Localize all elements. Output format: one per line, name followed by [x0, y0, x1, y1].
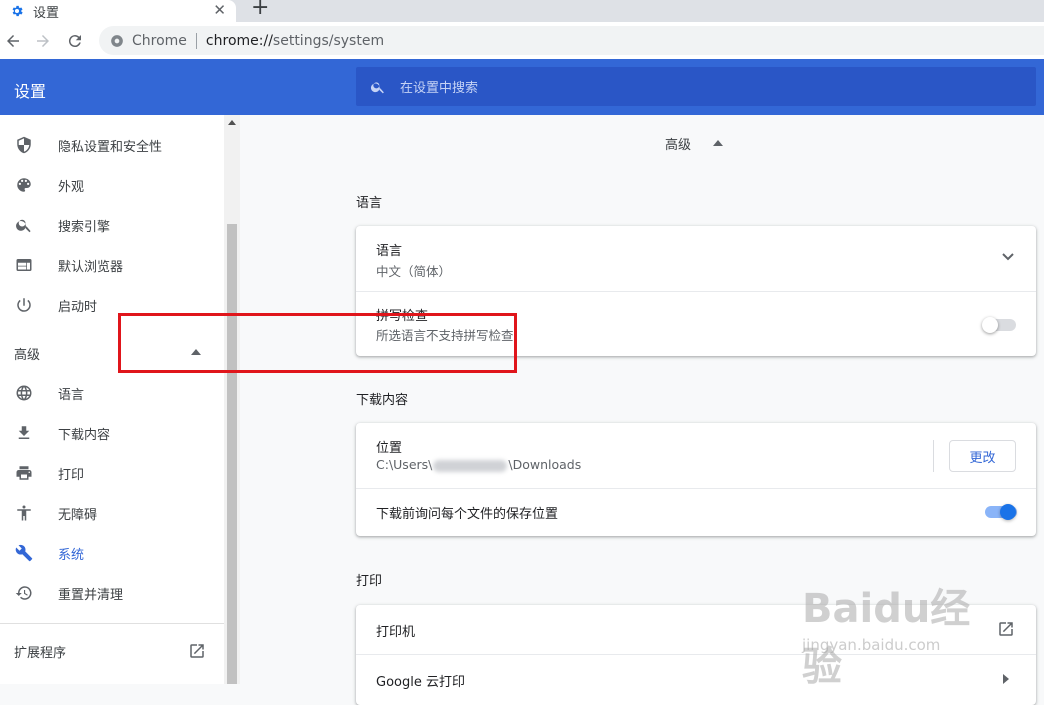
globe-icon	[16, 385, 32, 401]
download-location-row: 位置 C:\Users\ \Downloads 更改	[356, 423, 1036, 488]
sidebar-item-label: 无障碍	[58, 507, 98, 523]
arrow-left-icon	[7, 35, 19, 47]
sidebar-item-downloads[interactable]: 下载内容	[0, 413, 224, 453]
cloud-print-row[interactable]: Google 云打印	[356, 655, 1036, 705]
section-title-downloads: 下载内容	[356, 393, 409, 408]
chevron-down-icon[interactable]	[1002, 253, 1014, 261]
ask-where-to-save-title: 下载前询问每个文件的保存位置	[376, 507, 559, 522]
url-path: settings/system	[272, 32, 385, 49]
chevron-right-icon[interactable]	[1003, 674, 1009, 684]
sidebar-item-extensions[interactable]: 扩展程序	[14, 642, 66, 661]
language-row-title: 语言	[376, 244, 403, 259]
external-link-icon[interactable]	[997, 620, 1015, 638]
change-location-button[interactable]: 更改	[949, 440, 1016, 472]
external-link-icon[interactable]	[188, 642, 206, 660]
accessibility-icon	[17, 505, 31, 521]
printers-row[interactable]: 打印机	[356, 605, 1036, 654]
url-scheme: chrome://	[205, 32, 273, 49]
sidebar-item-label: 下载内容	[58, 427, 111, 443]
new-tab-button[interactable]: +	[251, 0, 269, 19]
sidebar-item-label: 搜索引擎	[58, 219, 111, 235]
ask-where-to-save-toggle[interactable]	[984, 503, 1018, 521]
sidebar-item-label: 启动时	[58, 299, 98, 315]
sidebar-divider	[0, 623, 224, 624]
settings-search-input[interactable]: 在设置中搜索	[356, 67, 1036, 106]
sidebar-item-privacy[interactable]: 隐私设置和安全性	[0, 125, 224, 165]
sidebar-item-appearance[interactable]: 外观	[0, 165, 224, 205]
section-title-language: 语言	[356, 196, 383, 211]
reload-button[interactable]	[64, 30, 86, 52]
sidebar-item-search-engine[interactable]: 搜索引擎	[0, 205, 224, 245]
ask-where-to-save-row[interactable]: 下载前询问每个文件的保存位置	[356, 489, 1036, 536]
power-icon	[17, 298, 31, 312]
sidebar-item-languages[interactable]: 语言	[0, 373, 224, 413]
browser-icon	[16, 259, 32, 271]
sidebar-item-label: 默认浏览器	[58, 259, 124, 275]
highlight-box	[118, 313, 517, 373]
tab-title: 设置	[33, 5, 60, 21]
blurred-username	[433, 459, 508, 472]
section-title-printing: 打印	[356, 574, 383, 589]
gear-icon	[12, 5, 23, 17]
close-tab-icon[interactable]: ✕	[213, 1, 226, 19]
history-icon	[15, 586, 32, 600]
cloud-print-row-title: Google 云打印	[376, 675, 465, 690]
page-title: 设置	[14, 82, 47, 101]
site-name: Chrome	[132, 32, 187, 49]
sidebar-item-label: 隐私设置和安全性	[58, 139, 163, 155]
forward-button[interactable]	[32, 30, 54, 52]
language-row[interactable]: 语言 中文（简体）	[356, 226, 1036, 291]
download-icon	[18, 426, 30, 439]
back-button[interactable]	[2, 30, 24, 52]
wrench-icon	[15, 544, 33, 562]
tab-strip: 设置 ✕ +	[0, 0, 1044, 22]
search-icon	[370, 81, 384, 93]
printer-icon	[16, 466, 32, 480]
chrome-icon	[111, 34, 123, 47]
spellcheck-toggle[interactable]	[982, 316, 1016, 334]
settings-main: 高级 语言 语言 中文（简体） 拼写检查 所选语言不支持拼写检查 下载内容 位置…	[240, 115, 1044, 705]
caret-up-icon[interactable]	[713, 140, 723, 146]
scroll-up-arrow-icon[interactable]	[228, 120, 236, 125]
settings-header: 设置 在设置中搜索	[0, 59, 1044, 115]
advanced-toggle[interactable]: 高级	[665, 134, 691, 153]
downloads-card: 位置 C:\Users\ \Downloads 更改 下载前询问每个文件的保存位置	[356, 423, 1036, 536]
sidebar-item-label: 外观	[58, 179, 85, 195]
address-bar[interactable]: Chrome chrome://settings/system	[99, 26, 1044, 55]
arrow-right-icon	[37, 35, 49, 47]
language-row-value: 中文（简体）	[376, 264, 452, 279]
printing-card: 打印机 Google 云打印	[356, 605, 1036, 705]
printers-row-title: 打印机	[376, 625, 416, 640]
sidebar-item-label: 打印	[58, 467, 85, 483]
palette-icon	[17, 178, 31, 192]
search-icon	[16, 219, 31, 233]
tab-settings[interactable]: 设置 ✕	[0, 0, 236, 22]
toolbar: Chrome chrome://settings/system	[0, 22, 1044, 59]
sidebar-item-label: 语言	[58, 387, 85, 403]
url-separator	[195, 32, 197, 49]
download-location-path: C:\Users\ \Downloads	[376, 457, 582, 472]
sidebar-item-reset[interactable]: 重置并清理	[0, 573, 224, 613]
search-placeholder: 在设置中搜索	[400, 81, 479, 96]
shield-icon	[17, 136, 31, 154]
download-location-title: 位置	[376, 441, 403, 456]
button-separator	[933, 440, 934, 472]
sidebar-item-label: 系统	[58, 547, 85, 563]
sidebar-item-system[interactable]: 系统	[0, 533, 224, 573]
reload-icon	[68, 35, 81, 48]
sidebar-item-accessibility[interactable]: 无障碍	[0, 493, 224, 533]
sidebar-item-printing[interactable]: 打印	[0, 453, 224, 493]
sidebar-item-default-browser[interactable]: 默认浏览器	[0, 245, 224, 285]
sidebar: 隐私设置和安全性 外观 搜索引擎 默认浏览器 启动时 高级 语言 下载内容 打印…	[0, 115, 224, 684]
sidebar-advanced-header[interactable]: 高级	[14, 344, 40, 363]
scrollbar-thumb[interactable]	[227, 224, 237, 684]
sidebar-item-label: 重置并清理	[58, 587, 124, 603]
